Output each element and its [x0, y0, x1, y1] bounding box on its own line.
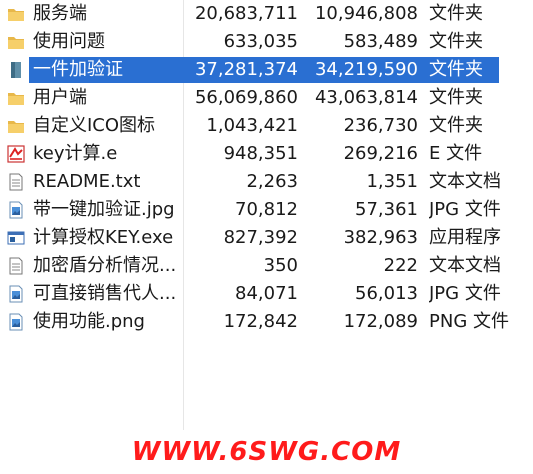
file-name: 用户端: [33, 87, 87, 108]
file-name: key计算.e: [33, 143, 118, 164]
file-type: PNG 文件: [429, 311, 509, 332]
file-size: 633,035: [223, 31, 298, 52]
file-size: 827,392: [223, 227, 298, 248]
file-size: 37,281,374: [194, 59, 298, 80]
file-type: E 文件: [429, 143, 483, 164]
file-type: 文件夹: [429, 115, 483, 136]
file-name: 计算授权KEY.exe: [33, 227, 174, 248]
file-name: 自定义ICO图标: [33, 115, 156, 136]
file-type: JPG 文件: [429, 199, 501, 220]
file-type: 文件夹: [429, 3, 483, 24]
folder-icon: [7, 33, 25, 51]
e-file-icon: [7, 145, 25, 163]
exe-file-icon: [7, 229, 25, 247]
list-item[interactable]: 用户端 56,069,860 43,063,814 文件夹: [0, 84, 533, 112]
file-name: 服务端: [33, 3, 87, 24]
folder-icon: [7, 61, 25, 79]
file-size: 948,351: [223, 143, 298, 164]
file-size: 350: [263, 255, 298, 276]
file-type: 文本文档: [429, 255, 501, 276]
image-file-icon: [7, 201, 25, 219]
packed-size: 10,946,808: [314, 3, 418, 24]
file-name: README.txt: [33, 171, 141, 192]
file-size: 84,071: [235, 283, 298, 304]
list-item[interactable]: 一件加验证 37,281,374 34,219,590 文件夹: [0, 56, 533, 84]
packed-size: 1,351: [366, 171, 418, 192]
file-size: 56,069,860: [194, 87, 298, 108]
list-item[interactable]: 加密盾分析情况... 350 222 文本文档: [0, 252, 533, 280]
packed-size: 382,963: [343, 227, 418, 248]
list-item[interactable]: README.txt 2,263 1,351 文本文档: [0, 168, 533, 196]
packed-size: 269,216: [343, 143, 418, 164]
packed-size: 57,361: [355, 199, 418, 220]
file-type: 文本文档: [429, 171, 501, 192]
file-name: 使用问题: [33, 31, 105, 52]
file-size: 1,043,421: [206, 115, 298, 136]
packed-size: 34,219,590: [314, 59, 418, 80]
file-type: 文件夹: [429, 59, 483, 80]
list-item[interactable]: 计算授权KEY.exe 827,392 382,963 应用程序: [0, 224, 533, 252]
folder-icon: [7, 89, 25, 107]
file-name: 带一键加验证.jpg: [33, 199, 175, 220]
text-file-icon: [7, 173, 25, 191]
list-item[interactable]: 使用功能.png 172,842 172,089 PNG 文件: [0, 308, 533, 336]
folder-icon: [7, 5, 25, 23]
file-size: 70,812: [235, 199, 298, 220]
list-item[interactable]: 带一键加验证.jpg 70,812 57,361 JPG 文件: [0, 196, 533, 224]
watermark: WWW.6SWG.COM: [131, 437, 402, 467]
file-type: 应用程序: [429, 227, 501, 248]
file-size: 20,683,711: [194, 3, 298, 24]
packed-size: 236,730: [343, 115, 418, 136]
list-item[interactable]: 使用问题 633,035 583,489 文件夹: [0, 28, 533, 56]
file-size: 2,263: [246, 171, 298, 192]
list-item[interactable]: key计算.e 948,351 269,216 E 文件: [0, 140, 533, 168]
file-name: 使用功能.png: [33, 311, 145, 332]
packed-size: 172,089: [343, 311, 418, 332]
packed-size: 583,489: [343, 31, 418, 52]
file-type: 文件夹: [429, 87, 483, 108]
file-name: 加密盾分析情况...: [33, 255, 177, 276]
list-item[interactable]: 服务端 20,683,711 10,946,808 文件夹: [0, 0, 533, 28]
packed-size: 222: [383, 255, 418, 276]
file-name: 一件加验证: [33, 59, 123, 80]
text-file-icon: [7, 257, 25, 275]
file-size: 172,842: [223, 311, 298, 332]
list-item[interactable]: 自定义ICO图标 1,043,421 236,730 文件夹: [0, 112, 533, 140]
packed-size: 43,063,814: [314, 87, 418, 108]
file-type: 文件夹: [429, 31, 483, 52]
image-file-icon: [7, 285, 25, 303]
image-file-icon: [7, 313, 25, 331]
file-name: 可直接销售代人...: [33, 283, 177, 304]
file-list: 服务端 20,683,711 10,946,808 文件夹 使用问题 633,035 583…: [0, 0, 533, 336]
list-item[interactable]: 可直接销售代人... 84,071 56,013 JPG 文件: [0, 280, 533, 308]
file-type: JPG 文件: [429, 283, 501, 304]
packed-size: 56,013: [355, 283, 418, 304]
folder-icon: [7, 117, 25, 135]
